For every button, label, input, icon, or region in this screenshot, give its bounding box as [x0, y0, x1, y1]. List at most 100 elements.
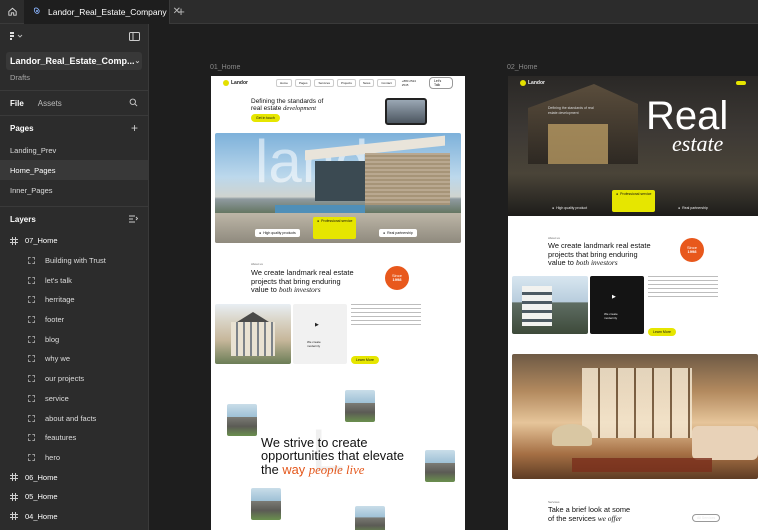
layer-label: why we [45, 354, 71, 364]
nav-link[interactable]: Home [275, 79, 292, 87]
layer-group[interactable]: let's talk [0, 270, 148, 290]
video-line: modernity [307, 344, 321, 349]
frame-01-home[interactable]: Landor Home Pages Services Projects News Cont… [211, 76, 465, 530]
frame-label[interactable]: 01_Home [210, 64, 240, 71]
strive-line: the [261, 461, 279, 477]
play-icon[interactable]: ▶ [612, 294, 616, 300]
about-image [215, 304, 291, 364]
layer-frame[interactable]: 04_Home [0, 507, 148, 527]
get-in-touch-button[interactable]: Get in touch [251, 114, 280, 122]
tab-assets[interactable]: Assets [38, 99, 62, 108]
feature-tag: ● High quality product [548, 204, 591, 212]
file-location: Drafts [10, 73, 31, 82]
layer-group[interactable]: feautures [0, 428, 148, 448]
layer-group[interactable]: herritage [0, 290, 148, 310]
strive-line: We strive to create [261, 435, 368, 450]
group-icon [28, 434, 35, 442]
file-name-dropdown[interactable]: Landor_Real_Estate_Comp... ⌄ [6, 52, 142, 70]
layer-group[interactable]: Building with Trust [0, 251, 148, 271]
project-thumb [251, 488, 281, 520]
toggle-panel-icon[interactable] [129, 28, 140, 46]
services-line: of the services [548, 513, 596, 523]
layer-group[interactable]: our projects [0, 369, 148, 389]
layer-label: 05_Home [25, 492, 58, 502]
group-icon [28, 453, 35, 461]
all-services-button[interactable]: All Services [692, 514, 721, 522]
hero-big-title: Real estate [646, 94, 729, 156]
video-card[interactable]: ▶ We create modernity [293, 304, 347, 364]
layer-group[interactable]: service [0, 389, 148, 409]
layer-group[interactable]: hero [0, 448, 148, 468]
layer-frame[interactable]: 07_Home [0, 231, 148, 251]
services-label: Services [548, 500, 560, 504]
video-line: modernity [604, 316, 618, 321]
search-icon[interactable] [129, 98, 138, 109]
layer-group[interactable]: about and facts [0, 408, 148, 428]
lets-talk-button[interactable]: Let's Talk [428, 77, 453, 89]
layer-label: 06_Home [25, 472, 58, 482]
tag-text: High quality products [263, 231, 296, 235]
layer-label: footer [45, 315, 65, 325]
hero-line: Defining the standards of [251, 98, 324, 105]
new-tab-icon[interactable]: + [170, 4, 192, 19]
feature-tag: ● Real partnership [674, 204, 712, 212]
tag-text: Professional service [620, 192, 652, 196]
nav-link[interactable]: Contact [377, 79, 396, 87]
about-line: value to [251, 285, 277, 295]
nav-link[interactable]: News [358, 79, 375, 87]
frame-label[interactable]: 02_Home [507, 64, 537, 71]
frame-icon [10, 512, 18, 521]
nav-link[interactable]: Projects [337, 79, 356, 87]
main-menu-icon[interactable] [8, 28, 24, 46]
nav-link[interactable]: Services [314, 79, 334, 87]
learn-more-button[interactable]: Learn More [351, 356, 379, 364]
tab-title: Landor_Real_Estate_Company [48, 6, 167, 17]
tag-text: Real partnership [387, 231, 413, 235]
layer-label: let's talk [45, 275, 72, 285]
page-item[interactable]: Landing_Prev [0, 140, 148, 160]
add-page-icon[interactable]: + [131, 121, 138, 135]
layer-frame[interactable]: 03_Home [0, 526, 148, 530]
pool [275, 205, 365, 213]
layer-group[interactable]: footer [0, 310, 148, 330]
big-word: Real [646, 94, 729, 138]
hero-dark: Landor Defining the standards of real est… [508, 76, 758, 216]
site-nav: Landor Home Pages Services Projects News Cont… [211, 76, 465, 90]
layer-group[interactable]: blog [0, 329, 148, 349]
big-word-italic: estate [672, 131, 724, 156]
design-file-icon [32, 6, 42, 18]
site-logo: Landor [223, 80, 248, 86]
play-icon[interactable]: ▶ [315, 322, 319, 328]
hero-line: estate development [548, 110, 579, 115]
sidebar-toolbar [0, 24, 148, 50]
strive-line: opportunities that elevate [261, 448, 404, 464]
since-badge: Since 1998 [680, 238, 704, 262]
tab-file[interactable]: File [10, 99, 24, 108]
layer-frame[interactable]: 05_Home [0, 487, 148, 507]
layers-options-icon[interactable] [129, 212, 139, 226]
cta-button[interactable] [736, 81, 746, 85]
hero-heading: Defining the standards of real estate de… [251, 98, 323, 113]
about-italic: both investors [278, 285, 321, 295]
title-bar: Landor_Real_Estate_Company ✕ + [0, 0, 758, 24]
video-card[interactable]: ▶ We create modernity [590, 276, 644, 334]
page-item-selected[interactable]: Home_Pages [0, 160, 148, 180]
house-glass [315, 161, 365, 201]
layer-frame[interactable]: 06_Home [0, 467, 148, 487]
learn-more-button[interactable]: Learn More [648, 328, 676, 336]
canvas[interactable]: 01_Home Landor Home Pages Services Projects… [150, 24, 758, 530]
frame-02-home[interactable]: Landor Defining the standards of real est… [508, 76, 758, 530]
pages-title: Pages [10, 123, 34, 133]
layer-group[interactable]: why we [0, 349, 148, 369]
about-label: About us [251, 262, 263, 266]
layers-sidebar: Landor_Real_Estate_Comp... ⌄ Drafts File… [0, 24, 149, 530]
page-item[interactable]: Inner_Pages [0, 180, 148, 200]
about-italic: both investors [575, 258, 618, 268]
badge-year: 1998 [687, 249, 697, 254]
home-icon[interactable] [0, 0, 24, 24]
project-thumb [355, 506, 385, 530]
glass-window [548, 124, 608, 164]
building-body [231, 322, 275, 356]
nav-link[interactable]: Pages [294, 79, 312, 87]
file-tab[interactable]: Landor_Real_Estate_Company ✕ [24, 0, 181, 24]
